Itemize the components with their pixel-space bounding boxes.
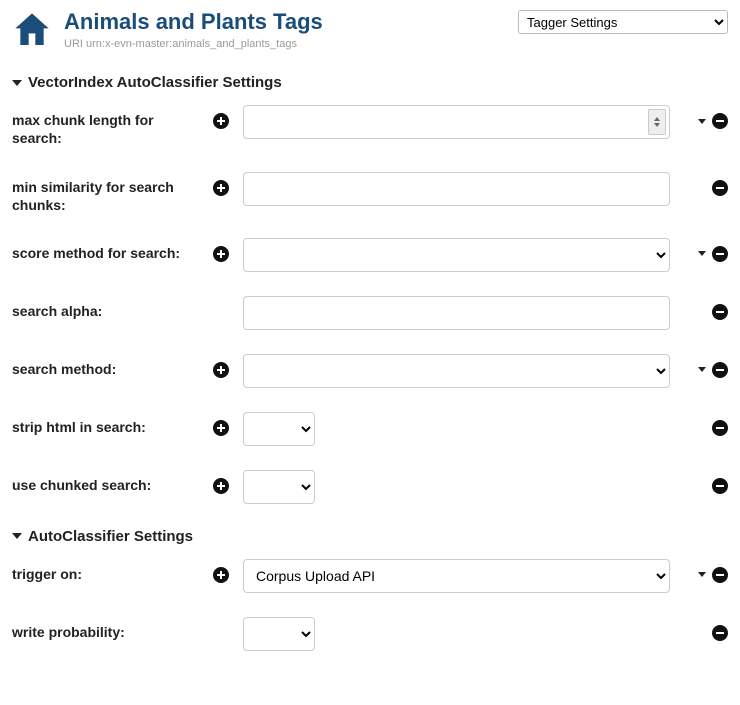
add-icon[interactable] [213, 246, 229, 262]
collapse-caret-icon [12, 533, 22, 539]
label-write-probability: write probability: [12, 617, 207, 641]
field-strip-html: strip html in search: [12, 412, 728, 446]
chevron-down-icon[interactable] [698, 119, 706, 124]
remove-icon[interactable] [712, 304, 728, 320]
add-icon[interactable] [213, 567, 229, 583]
chevron-down-icon[interactable] [698, 572, 706, 577]
remove-icon[interactable] [712, 567, 728, 583]
chevron-down-icon[interactable] [698, 251, 706, 256]
label-search-method: search method: [12, 354, 207, 378]
remove-icon[interactable] [712, 180, 728, 196]
add-icon[interactable] [213, 420, 229, 436]
max-chunk-input[interactable] [243, 105, 670, 139]
label-use-chunked: use chunked search: [12, 470, 207, 494]
search-method-select[interactable] [243, 354, 670, 388]
label-strip-html: strip html in search: [12, 412, 207, 436]
field-min-similarity: min similarity for search chunks: [12, 172, 728, 214]
home-icon[interactable] [12, 10, 52, 50]
page-title: Animals and Plants Tags [64, 10, 506, 34]
strip-html-select[interactable] [243, 412, 315, 446]
uri-label: URI [64, 38, 83, 50]
field-use-chunked: use chunked search: [12, 470, 728, 504]
add-icon[interactable] [213, 362, 229, 378]
add-icon[interactable] [213, 478, 229, 494]
search-alpha-input[interactable] [243, 296, 670, 330]
field-trigger-on: trigger on: Corpus Upload API [12, 559, 728, 593]
settings-mode-select[interactable]: Tagger Settings [518, 10, 728, 34]
add-icon[interactable] [213, 180, 229, 196]
section-autoclassifier-title: AutoClassifier Settings [28, 528, 193, 545]
label-score-method: score method for search: [12, 238, 207, 262]
spinner-down-icon [654, 123, 660, 127]
remove-icon[interactable] [712, 362, 728, 378]
label-min-similarity: min similarity for search chunks: [12, 172, 207, 214]
score-method-select[interactable] [243, 238, 670, 272]
collapse-caret-icon [12, 80, 22, 86]
remove-icon[interactable] [712, 420, 728, 436]
spinner-up-icon [654, 117, 660, 121]
chevron-down-icon[interactable] [698, 367, 706, 372]
label-search-alpha: search alpha: [12, 296, 207, 320]
field-search-method: search method: [12, 354, 728, 388]
remove-icon[interactable] [712, 625, 728, 641]
title-block: Animals and Plants Tags URI urn:x-evn-ma… [64, 10, 506, 50]
field-score-method: score method for search: [12, 238, 728, 272]
page-header: Animals and Plants Tags URI urn:x-evn-ma… [12, 10, 728, 50]
min-similarity-input[interactable] [243, 172, 670, 206]
remove-icon[interactable] [712, 113, 728, 129]
number-spinner[interactable] [648, 109, 666, 135]
field-search-alpha: search alpha: [12, 296, 728, 330]
remove-icon[interactable] [712, 478, 728, 494]
label-max-chunk: max chunk length for search: [12, 105, 207, 147]
field-max-chunk: max chunk length for search: [12, 105, 728, 147]
uri-line: URI urn:x-evn-master:animals_and_plants_… [64, 38, 506, 50]
uri-value: urn:x-evn-master:animals_and_plants_tags [86, 38, 297, 50]
remove-icon[interactable] [712, 246, 728, 262]
section-vectorindex-header[interactable]: VectorIndex AutoClassifier Settings [12, 74, 728, 91]
label-trigger-on: trigger on: [12, 559, 207, 583]
use-chunked-select[interactable] [243, 470, 315, 504]
add-icon[interactable] [213, 113, 229, 129]
field-write-probability: write probability: [12, 617, 728, 651]
section-vectorindex-title: VectorIndex AutoClassifier Settings [28, 74, 282, 91]
trigger-on-select[interactable]: Corpus Upload API [243, 559, 670, 593]
write-probability-select[interactable] [243, 617, 315, 651]
section-autoclassifier-header[interactable]: AutoClassifier Settings [12, 528, 728, 545]
